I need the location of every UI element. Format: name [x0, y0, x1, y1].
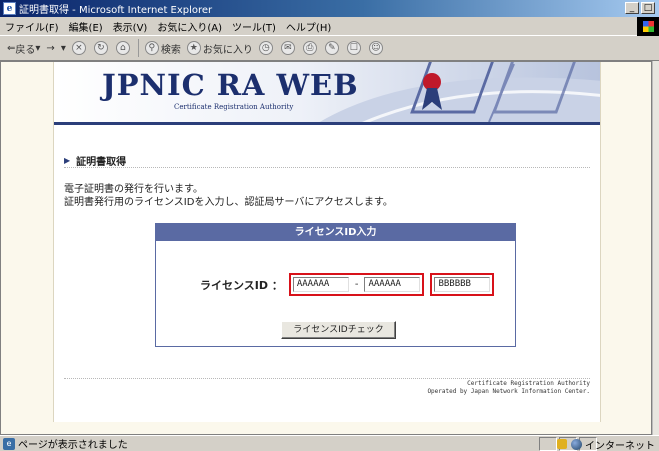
- page-footer: Certificate Registration Authority Opera…: [427, 380, 590, 396]
- stop-button[interactable]: ×: [69, 38, 91, 58]
- footer-divider: [64, 378, 590, 379]
- license-id-field-3[interactable]: BBBBBB: [434, 277, 491, 292]
- ie-icon: e: [3, 2, 16, 15]
- discuss-button[interactable]: ☐: [344, 38, 366, 58]
- favorites-button[interactable]: ★ お気に入り: [184, 38, 256, 58]
- history-icon: ◷: [258, 41, 273, 55]
- license-id-highlight-1: AAAAAA - AAAAAA: [288, 273, 425, 296]
- footer-line-1: Certificate Registration Authority: [467, 380, 590, 387]
- print-button[interactable]: ⎙: [300, 38, 322, 58]
- print-icon: ⎙: [302, 41, 317, 55]
- edit-button[interactable]: ✎: [322, 38, 344, 58]
- messenger-icon: ☺: [368, 41, 383, 55]
- page-description: 電子証明書の発行を行います。 証明書発行用のライセンスIDを入力し、認証局サーバ…: [64, 183, 393, 209]
- site-logo: JPNIC RA WEB: [102, 68, 359, 102]
- arrow-right-icon: ▶: [64, 156, 71, 165]
- zone-label: インターネット: [585, 440, 655, 451]
- search-label: 検索: [160, 44, 181, 56]
- menu-help[interactable]: ヘルプ(H): [281, 19, 336, 34]
- page-done-icon: e: [3, 437, 15, 450]
- search-button[interactable]: ⚲ 検索: [142, 38, 184, 58]
- license-id-field-2[interactable]: AAAAAA: [364, 277, 421, 292]
- forward-button[interactable]: →: [43, 38, 57, 58]
- mail-button[interactable]: ✉: [278, 38, 300, 58]
- chevron-down-icon: ▾: [60, 42, 66, 54]
- security-zone: インターネット: [557, 437, 655, 451]
- site-logo-subtitle: Certificate Registration Authority: [174, 103, 294, 111]
- browser-viewport: JPNIC RA WEB Certificate Registration Au…: [0, 61, 652, 435]
- banner-divider: [54, 122, 600, 125]
- license-id-label: ライセンスID ：: [200, 278, 283, 292]
- vertical-scrollbar[interactable]: [652, 61, 659, 435]
- description-line-1: 電子証明書の発行を行います。: [64, 184, 203, 195]
- license-id-check-button[interactable]: ライセンスIDチェック: [281, 321, 396, 339]
- menu-favorites[interactable]: お気に入り(A): [152, 19, 227, 34]
- home-button[interactable]: ⌂: [113, 38, 135, 58]
- toolbar: ⇐ 戻る ▾ → ▾ × ↻ ⌂ ⚲ 検索 ★ お気に入り ◷ ✉ ⎙ ✎ ☐ …: [0, 36, 659, 61]
- license-id-separator: -: [354, 279, 359, 290]
- forward-arrow-icon: →: [46, 42, 55, 54]
- license-id-highlight-2: BBBBBB: [430, 273, 495, 296]
- description-line-2: 証明書発行用のライセンスIDを入力し、認証局サーバにアクセスします。: [64, 197, 393, 208]
- toolbar-divider: [137, 39, 139, 57]
- back-label: 戻る: [15, 44, 36, 56]
- mail-icon: ✉: [280, 41, 295, 55]
- messenger-button[interactable]: ☺: [366, 38, 388, 58]
- edit-icon: ✎: [324, 41, 339, 55]
- stop-icon: ×: [71, 41, 86, 55]
- footer-line-2: Operated by Japan Network Information Ce…: [427, 388, 590, 395]
- status-bar: e ページが表示されました インターネット: [0, 435, 659, 451]
- minimize-button[interactable]: _: [625, 2, 639, 14]
- site-banner: JPNIC RA WEB Certificate Registration Au…: [54, 62, 600, 122]
- menu-edit[interactable]: 編集(E): [64, 19, 108, 34]
- menu-bar: ファイル(F) 編集(E) 表示(V) お気に入り(A) ツール(T) ヘルプ(…: [0, 17, 659, 36]
- lock-icon: [557, 439, 567, 449]
- window-title: 証明書取得 - Microsoft Internet Explorer: [19, 5, 213, 16]
- panel-title: ライセンスID入力: [156, 224, 515, 241]
- home-icon: ⌂: [115, 41, 130, 55]
- discuss-icon: ☐: [346, 41, 361, 55]
- favorites-label: お気に入り: [202, 44, 253, 56]
- refresh-button[interactable]: ↻: [91, 38, 113, 58]
- license-id-row: ライセンスID ： AAAAAA - AAAAAA BBBBBB: [200, 273, 495, 296]
- status-text: ページが表示されました: [18, 440, 128, 451]
- globe-icon: [571, 438, 582, 450]
- page-container: JPNIC RA WEB Certificate Registration Au…: [53, 62, 601, 422]
- forward-menu-button[interactable]: ▾: [58, 38, 69, 58]
- search-icon: ⚲: [144, 41, 159, 55]
- back-button[interactable]: ⇐ 戻る ▾: [4, 38, 43, 58]
- title-bar: e 証明書取得 - Microsoft Internet Explorer _ …: [0, 0, 659, 17]
- history-button[interactable]: ◷: [256, 38, 278, 58]
- menu-tools[interactable]: ツール(T): [227, 19, 281, 34]
- status-pane: [539, 437, 557, 451]
- menu-view[interactable]: 表示(V): [108, 19, 153, 34]
- page-title-text: 証明書取得: [76, 157, 127, 168]
- refresh-icon: ↻: [93, 41, 108, 55]
- windows-logo-icon: [637, 17, 659, 36]
- chevron-down-icon: ▾: [35, 42, 41, 54]
- window-controls: _ □: [625, 2, 655, 14]
- page-title: ▶ 証明書取得: [64, 153, 126, 168]
- heading-divider: [64, 167, 590, 168]
- license-id-panel: ライセンスID入力 ライセンスID ： AAAAAA - AAAAAA BBBB…: [155, 223, 516, 347]
- back-arrow-icon: ⇐: [7, 42, 16, 54]
- menu-file[interactable]: ファイル(F): [0, 19, 64, 34]
- maximize-button[interactable]: □: [641, 2, 655, 14]
- favorites-icon: ★: [186, 41, 201, 55]
- license-id-field-1[interactable]: AAAAAA: [292, 277, 349, 292]
